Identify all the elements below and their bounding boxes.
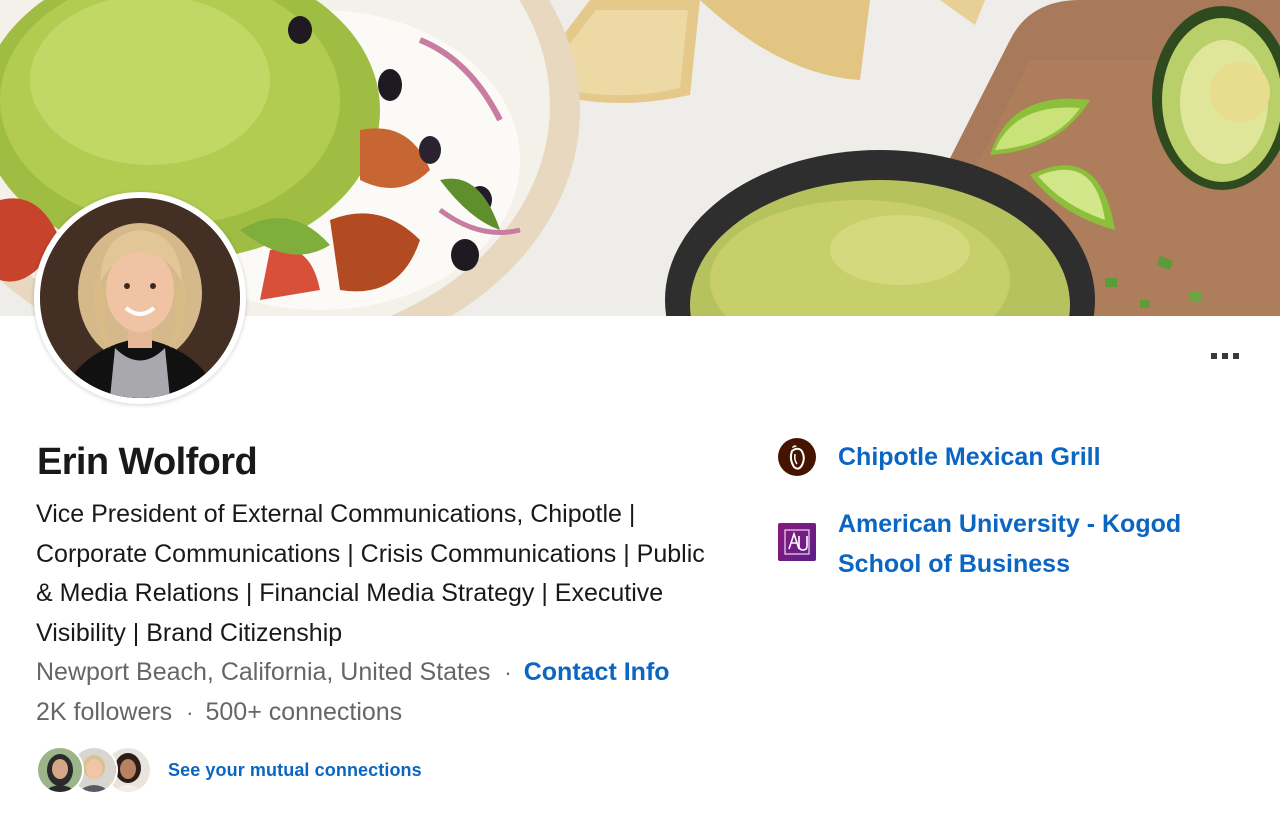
profile-location: Newport Beach, California, United States: [36, 658, 491, 686]
current-company-link[interactable]: Chipotle Mexican Grill: [778, 438, 1238, 478]
separator-dot: ·: [186, 700, 194, 725]
education-link[interactable]: American University - Kogod School of Bu…: [778, 505, 1238, 584]
contact-info-link[interactable]: Contact Info: [524, 655, 670, 689]
company-name[interactable]: Chipotle Mexican Grill: [838, 438, 1238, 478]
mutual-avatar: [36, 746, 84, 794]
more-options-button[interactable]: [1200, 340, 1250, 372]
school-name[interactable]: American University - Kogod School of Bu…: [838, 505, 1238, 584]
network-stats-row: 2K followers · 500+ connections: [36, 695, 402, 730]
american-university-logo-icon: [778, 523, 816, 561]
location-row: Newport Beach, California, United States…: [36, 655, 670, 690]
profile-photo: [40, 198, 240, 398]
more-options-icon-dot: [1222, 353, 1228, 359]
profile-name: Erin Wolford: [37, 441, 258, 483]
mutual-connection-avatars: [36, 744, 154, 796]
connections-count: 500+ connections: [205, 698, 403, 726]
profile-avatar[interactable]: [34, 192, 246, 404]
mutual-connections-label[interactable]: See your mutual connections: [168, 760, 422, 781]
followers-count: 2K followers: [36, 698, 173, 726]
separator-dot: ·: [504, 660, 512, 685]
more-options-icon-dot: [1233, 353, 1239, 359]
more-options-icon: [1211, 353, 1217, 359]
mutual-connections-link[interactable]: See your mutual connections: [36, 744, 422, 796]
chipotle-logo-icon: [778, 438, 816, 476]
profile-headline: Vice President of External Communication…: [36, 500, 705, 648]
